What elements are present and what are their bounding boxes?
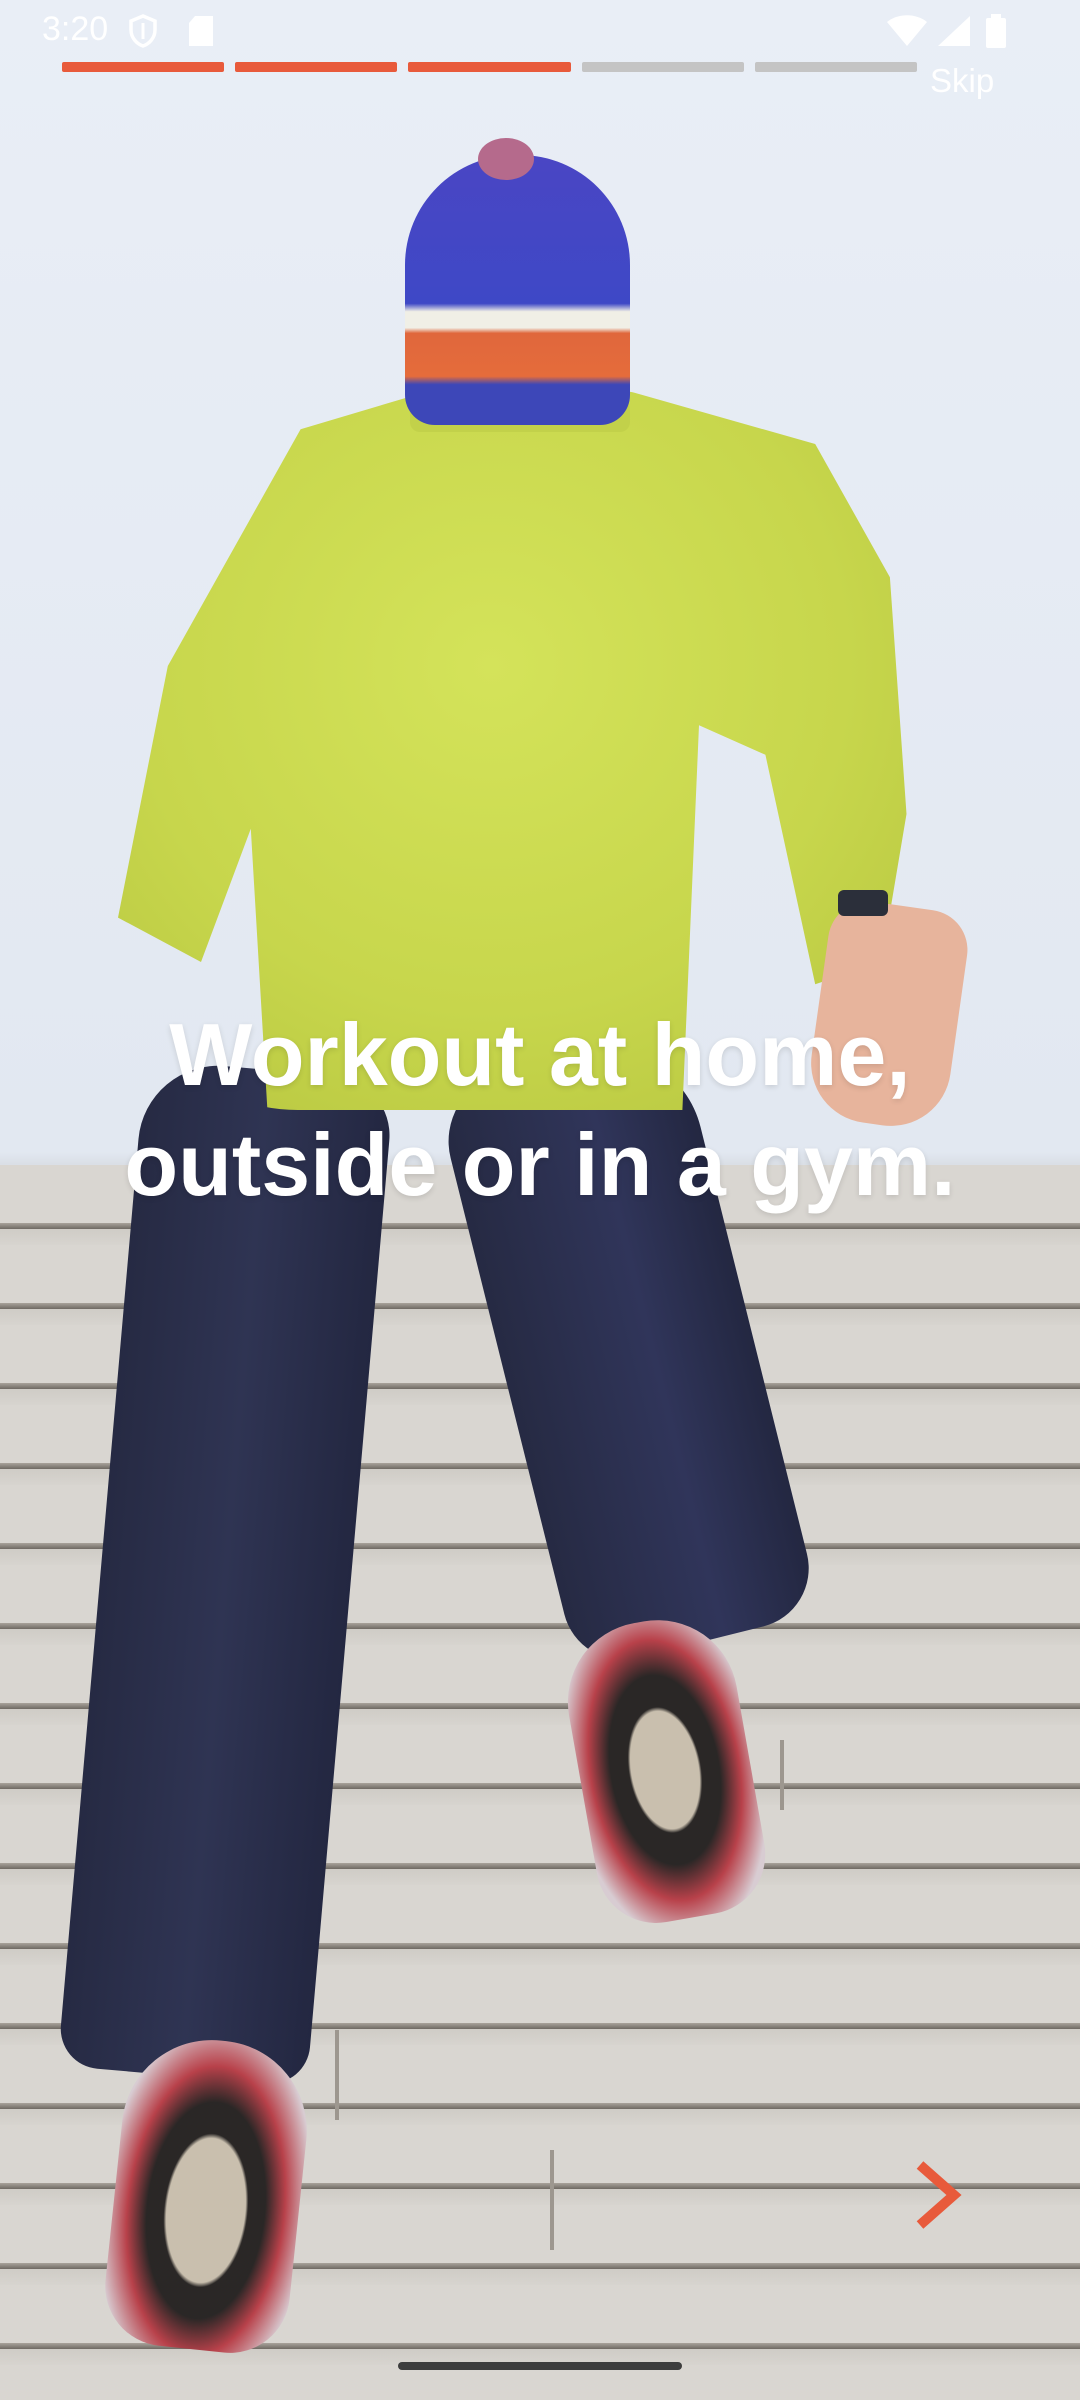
stair-joint (550, 2150, 554, 2250)
onboarding-screen: 3:20 Skip Workout at home, outside or in… (0, 0, 1080, 2400)
sdcard-icon (189, 16, 213, 46)
progress-segment (62, 62, 225, 72)
stair-joint (780, 1740, 784, 1810)
wifi-icon (887, 15, 927, 46)
status-time: 3:20 (42, 10, 109, 48)
shield-icon (129, 14, 157, 48)
runner-beanie-pom (478, 138, 534, 180)
onboarding-headline: Workout at home, outside or in a gym. (124, 1005, 956, 1214)
next-button[interactable] (900, 2155, 980, 2235)
chevron-right-icon (916, 2161, 962, 2229)
progress-segment (235, 62, 398, 72)
skip-button[interactable]: Skip (930, 62, 994, 100)
progress-segment (408, 62, 571, 72)
gesture-navigation-bar[interactable] (398, 2362, 682, 2370)
progress-segment (754, 62, 918, 72)
runner-watch (838, 890, 888, 916)
battery-icon (986, 14, 1006, 48)
signal-icon (938, 16, 970, 46)
stair-joint (335, 2030, 339, 2120)
runner-beanie (405, 155, 630, 425)
progress-segment (581, 62, 744, 72)
onboarding-progress (62, 62, 918, 72)
status-bar: 3:20 (0, 0, 1080, 60)
